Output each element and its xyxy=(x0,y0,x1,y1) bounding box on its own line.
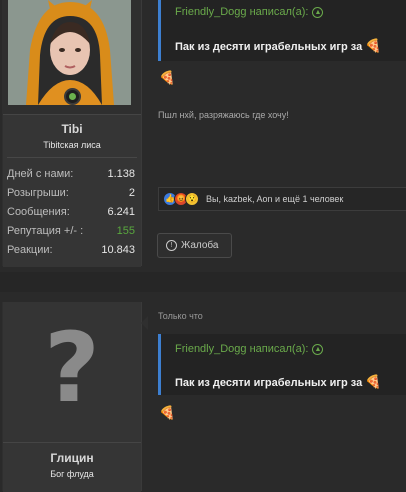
stat-row: Розыгрыши: 2 xyxy=(7,184,135,203)
quote-author[interactable]: Friendly_Dogg написал(а): xyxy=(175,6,308,18)
quote-author-line[interactable]: Friendly_Dogg написал(а): ▲ xyxy=(175,6,324,18)
stat-value: 1.138 xyxy=(107,168,135,180)
arrow-up-circle-icon[interactable]: ▲ xyxy=(312,7,324,18)
user-stats: Дней с нами: 1.138 Розыгрыши: 2 Сообщени… xyxy=(7,165,135,260)
quote-text-line: Пак из десяти играбельных игр за 🍕 xyxy=(175,38,381,54)
pizza-icon: 🍕 xyxy=(159,70,176,85)
quote-text-line: Пак из десяти играбельных игр за 🍕 xyxy=(175,374,381,390)
arrow-up-circle-icon[interactable]: ▲ xyxy=(312,344,324,355)
user-title: Бог флуда xyxy=(50,469,94,479)
wow-icon: 😯 xyxy=(185,192,199,206)
user-info-box: Глицин Бог флуда xyxy=(3,442,141,492)
stat-row: Сообщения: 6.241 xyxy=(7,203,135,222)
reaction-icons: 👍 😡 😯 xyxy=(163,192,199,206)
pizza-icon: 🍕 xyxy=(159,405,176,420)
stat-label: Репутация +/- : xyxy=(7,225,84,237)
stat-label: Розыгрыши: xyxy=(7,187,69,199)
quote-block: Friendly_Dogg написал(а): ▲ Пак из десяти… xyxy=(158,334,406,395)
online-status-icon xyxy=(64,88,81,105)
username[interactable]: Tibi xyxy=(3,122,141,136)
stat-row: Дней с нами: 1.138 xyxy=(7,165,135,184)
stat-value: 10.843 xyxy=(101,244,135,256)
user-info-box: Tibi Tibitская лиса Дней с нами: 1.138 Р… xyxy=(3,114,141,267)
default-avatar-question-icon: ? xyxy=(44,312,100,424)
quote-author-line[interactable]: Friendly_Dogg написал(а): ▲ xyxy=(175,343,324,355)
stat-label: Дней с нами: xyxy=(7,168,74,180)
stat-value-reputation: 155 xyxy=(116,225,135,237)
reactions-bar[interactable]: 👍 😡 😯 Вы, kazbek, Aon и ещё 1 человек xyxy=(158,187,406,211)
quote-text: Пак из десяти играбельных игр за xyxy=(175,41,363,53)
report-label: Жалоба xyxy=(181,240,219,251)
stat-row: Репутация +/- : 155 xyxy=(7,222,135,241)
report-button[interactable]: ! Жалоба xyxy=(157,233,232,258)
avatar[interactable]: ? xyxy=(3,302,141,442)
bubble-arrow xyxy=(141,316,148,330)
post-separator xyxy=(0,272,406,292)
user-title: Tibitская лиса xyxy=(43,140,101,150)
pizza-icon: 🍕 xyxy=(365,374,382,389)
divider xyxy=(7,157,137,158)
stat-value: 2 xyxy=(128,187,135,199)
stat-row: Реакции: 10.843 xyxy=(7,241,135,260)
stat-label: Реакции: xyxy=(7,244,53,256)
reactions-text[interactable]: Вы, kazbek, Aon и ещё 1 человек xyxy=(206,194,343,204)
post-time[interactable]: Только что xyxy=(158,311,203,321)
exclamation-circle-icon: ! xyxy=(166,240,177,251)
stat-label: Сообщения: xyxy=(7,206,70,218)
quote-author[interactable]: Friendly_Dogg написал(а): xyxy=(175,343,308,355)
quote-text: Пак из десяти играбельных игр за xyxy=(175,377,363,389)
pizza-icon: 🍕 xyxy=(365,38,382,53)
username[interactable]: Глицин xyxy=(3,451,141,465)
quote-block: Friendly_Dogg написал(а): ▲ Пак из десяти… xyxy=(158,0,406,61)
stat-value: 6.241 xyxy=(107,206,135,218)
message-text: Пшл нхй, разряжаюсь где хочу! xyxy=(158,110,289,120)
